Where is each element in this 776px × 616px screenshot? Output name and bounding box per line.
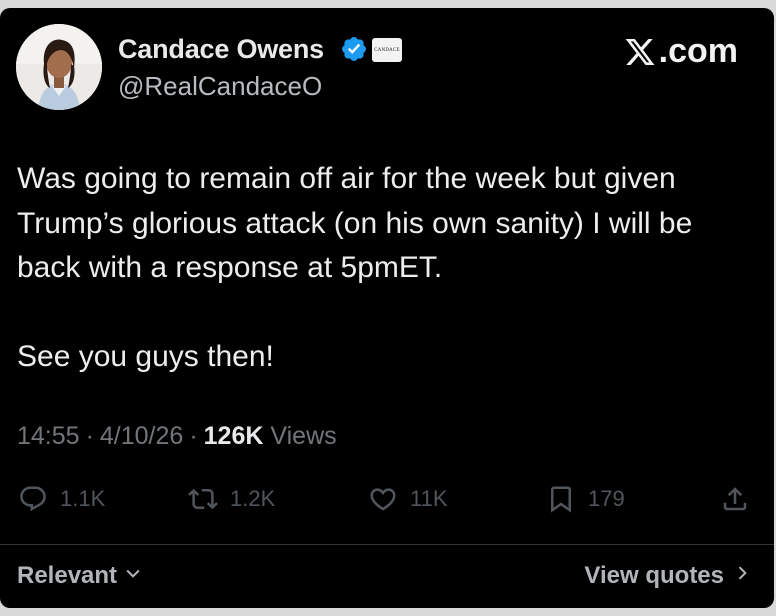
bookmark-icon	[551, 486, 571, 513]
divider	[0, 544, 774, 545]
view-quotes-label: View quotes	[584, 562, 724, 589]
separator-dot: ·	[189, 422, 198, 450]
repost-icon	[188, 488, 218, 510]
x-brand: .com	[623, 32, 738, 71]
like-count: 11K	[410, 486, 448, 511]
views-label: Views	[270, 422, 337, 450]
x-logo-icon	[625, 38, 655, 65]
view-quotes-link[interactable]: View quotes	[584, 562, 752, 590]
affiliate-badge[interactable]: CANDACE	[372, 38, 402, 62]
reply-count: 1.1K	[60, 486, 106, 511]
views-count: 126K	[203, 422, 264, 450]
share-icon	[723, 487, 747, 511]
verified-badge-icon	[342, 37, 366, 61]
repost-button[interactable]: 1.2K	[188, 484, 275, 514]
site-domain: .com	[658, 32, 738, 70]
chevron-right-icon	[732, 562, 752, 590]
tweet-paragraph: Was going to remain off air for the week…	[17, 162, 693, 284]
tweet-meta: 14:55 · 4/10/26 · 126K Views	[17, 422, 337, 451]
reply-button[interactable]: 1.1K	[18, 484, 105, 514]
tweet-text: Was going to remain off air for the week…	[17, 157, 757, 380]
separator-dot: ·	[85, 422, 94, 450]
share-button[interactable]	[720, 484, 750, 514]
tweet-date[interactable]: 4/10/26	[100, 422, 183, 451]
chevron-down-icon	[123, 562, 143, 590]
avatar-image	[16, 24, 102, 110]
sort-dropdown[interactable]: Relevant	[17, 562, 143, 590]
action-bar: 1.1K 1.2K 11K 179	[18, 484, 758, 518]
author-handle[interactable]: @RealCandaceO	[118, 71, 322, 102]
tweet-card: Candace Owens CANDACE @RealCandaceO .com…	[0, 8, 774, 608]
bookmark-count: 179	[588, 486, 625, 511]
avatar[interactable]	[16, 24, 102, 110]
reply-icon	[20, 486, 46, 512]
author-name[interactable]: Candace Owens	[118, 34, 324, 65]
repost-count: 1.2K	[230, 486, 276, 511]
heart-icon	[370, 488, 396, 511]
tweet-paragraph: See you guys then!	[17, 340, 274, 373]
bookmark-button[interactable]: 179	[546, 484, 625, 514]
tweet-time[interactable]: 14:55	[17, 422, 80, 451]
sort-label: Relevant	[17, 562, 118, 589]
like-button[interactable]: 11K	[368, 484, 448, 514]
